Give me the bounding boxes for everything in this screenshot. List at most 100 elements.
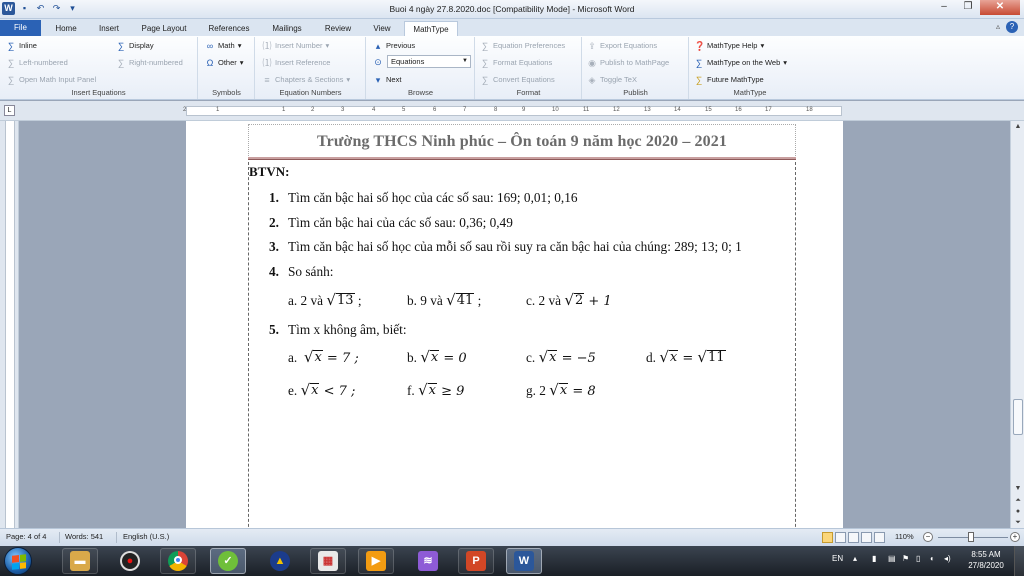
previous-page-icon[interactable]: ⏶: [1011, 495, 1024, 506]
mathtype-on-the-web-button[interactable]: ∑ MathType on the Web ▾: [694, 56, 787, 70]
word-taskbar-button[interactable]: W: [506, 548, 542, 574]
page[interactable]: Trường THCS Ninh phúc – Ôn toán 9 năm họ…: [186, 121, 843, 528]
vertical-ruler[interactable]: [0, 121, 19, 528]
battery-icon[interactable]: ▯: [916, 554, 920, 563]
insert-number-button[interactable]: ⑴ Insert Number ▾: [262, 39, 329, 53]
chrome-taskbar-button[interactable]: [160, 548, 196, 574]
web-layout-icon[interactable]: [848, 532, 859, 543]
outline-view-icon[interactable]: [861, 532, 872, 543]
tab-review[interactable]: Review: [318, 21, 358, 36]
tab-references[interactable]: References: [201, 21, 257, 36]
chapters-sections-button[interactable]: ≡ Chapters & Sections ▾: [262, 73, 350, 87]
header-box[interactable]: Trường THCS Ninh phúc – Ôn toán 9 năm họ…: [248, 124, 796, 158]
ruler-strip: [5, 121, 15, 528]
chrome-icon: [168, 551, 188, 571]
app-taskbar-button[interactable]: ▲: [262, 548, 298, 574]
app-taskbar-button[interactable]: ✓: [210, 548, 246, 574]
publish-to-mathpage-button[interactable]: ◉ Publish to MathPage: [587, 56, 669, 70]
zoom-level[interactable]: 110%: [895, 532, 914, 541]
app-taskbar-button[interactable]: ▦: [310, 548, 346, 574]
show-desktop-button[interactable]: [1014, 546, 1024, 576]
page-count[interactable]: Page: 4 of 4: [6, 532, 46, 541]
draft-view-icon[interactable]: [874, 532, 885, 543]
sigma-icon: ∑: [7, 41, 15, 51]
display-button[interactable]: ∑ Display: [116, 39, 154, 53]
chevron-down-icon: ▾: [346, 75, 351, 84]
tab-view[interactable]: View: [364, 21, 400, 36]
zoom-in-icon[interactable]: +: [1010, 532, 1020, 542]
inline-button[interactable]: ∑ Inline: [6, 39, 37, 53]
input-language[interactable]: EN: [832, 554, 843, 563]
play-icon: ▶: [366, 551, 386, 571]
left-numbered-button[interactable]: ∑ Left-numbered: [6, 56, 68, 70]
clock-date: 27/8/2020: [968, 561, 1004, 570]
minimize-ribbon-icon[interactable]: ▵: [996, 22, 1000, 31]
tab-file[interactable]: File: [0, 20, 41, 36]
sqrt-expression: √ x: [303, 348, 323, 366]
mathtype-help-button[interactable]: ❓ MathType Help ▾: [694, 39, 764, 53]
right-numbered-button[interactable]: ∑ Right-numbered: [116, 56, 183, 70]
flag-icon[interactable]: ⚑: [902, 554, 909, 563]
print-layout-view-icon[interactable]: [822, 532, 833, 543]
zoom-out-icon[interactable]: −: [923, 532, 933, 542]
close-icon[interactable]: ✕: [980, 0, 1020, 15]
zoom-slider-knob[interactable]: [968, 532, 974, 542]
help-icon[interactable]: ?: [1006, 21, 1018, 33]
ruler-tick: 9: [522, 107, 526, 113]
export-equations-button[interactable]: ⇪ Export Equations: [587, 39, 657, 53]
future-mathtype-button[interactable]: ∑ Future MathType: [694, 73, 764, 87]
vertical-scrollbar[interactable]: ▲ ▼ ⏶ ● ⏷: [1010, 121, 1024, 528]
app-icon: ▲: [270, 551, 290, 571]
horizontal-ruler[interactable]: L 2 1 1 2 3 4 5 6 7 8 9 10 11 12 13 14 1…: [0, 101, 1024, 121]
minimize-icon[interactable]: –: [932, 0, 956, 15]
toggle-tex-button[interactable]: ◈ Toggle TeX: [587, 73, 637, 87]
ruler-tick: 1: [216, 107, 220, 113]
ruler-tick: 4: [372, 107, 376, 113]
network-icon[interactable]: ▤: [888, 554, 896, 563]
restore-icon[interactable]: ❐: [956, 0, 980, 15]
next-button[interactable]: ▾ Next: [373, 73, 402, 87]
sqrt-expression: √ 11: [697, 348, 726, 366]
show-hidden-icons-icon[interactable]: ▴: [853, 554, 857, 563]
tab-home[interactable]: Home: [47, 21, 85, 36]
tab-selector-icon[interactable]: L: [4, 105, 15, 116]
insert-reference-button[interactable]: ⑴ Insert Reference: [262, 56, 330, 70]
tray-app-icon[interactable]: ◐: [930, 554, 935, 563]
app-taskbar-button[interactable]: ≋: [410, 548, 446, 574]
browse-type-select[interactable]: Equations ▼: [387, 55, 471, 68]
tab-page-layout[interactable]: Page Layout: [134, 21, 194, 36]
select-browse-object-icon[interactable]: ●: [1011, 506, 1024, 517]
explorer-taskbar-button[interactable]: ▬: [62, 548, 98, 574]
convert-equations-button[interactable]: ∑ Convert Equations: [480, 73, 555, 87]
tab-mathtype[interactable]: MathType: [404, 21, 458, 36]
language-indicator[interactable]: English (U.S.): [123, 532, 169, 541]
chevron-down-icon: ▾: [239, 58, 244, 67]
word-count[interactable]: Words: 541: [65, 532, 103, 541]
group-insert-equations: ∑ Inline ∑ Display ∑ Left-numbered ∑ Right-n…: [0, 37, 198, 99]
math-symbols-button[interactable]: ∞ Math ▾: [205, 39, 242, 53]
next-page-icon[interactable]: ⏷: [1011, 517, 1024, 528]
volume-icon[interactable]: ◂): [944, 554, 951, 563]
clock-time: 8:55 AM: [971, 550, 1001, 559]
open-math-input-panel-button[interactable]: ∑ Open Math Input Panel: [6, 73, 96, 87]
recorder-taskbar-button[interactable]: ●: [112, 548, 148, 574]
media-player-taskbar-button[interactable]: ▶: [358, 548, 394, 574]
other-symbols-button[interactable]: Ω Other ▾: [205, 56, 244, 70]
document-area[interactable]: Trường THCS Ninh phúc – Ôn toán 9 năm họ…: [20, 121, 1010, 528]
powerpoint-taskbar-button[interactable]: P: [458, 548, 494, 574]
tab-mailings[interactable]: Mailings: [264, 21, 310, 36]
scroll-thumb[interactable]: [1013, 399, 1023, 435]
full-screen-reading-icon[interactable]: [835, 532, 846, 543]
scroll-down-icon[interactable]: ▼: [1011, 483, 1024, 494]
clock[interactable]: 8:55 AM 27/8/2020: [962, 549, 1010, 571]
signal-icon[interactable]: ▮: [872, 554, 876, 563]
sigma-icon: ∑: [481, 75, 489, 85]
tab-insert[interactable]: Insert: [90, 21, 128, 36]
globe-icon: ◉: [588, 58, 596, 68]
equation-preferences-button[interactable]: ∑ Equation Preferences: [480, 39, 565, 53]
start-button[interactable]: [4, 547, 32, 575]
divider: [116, 532, 117, 543]
previous-button[interactable]: ▴ Previous: [373, 39, 415, 53]
scroll-up-icon[interactable]: ▲: [1011, 121, 1024, 132]
format-equations-button[interactable]: ∑ Format Equations: [480, 56, 552, 70]
